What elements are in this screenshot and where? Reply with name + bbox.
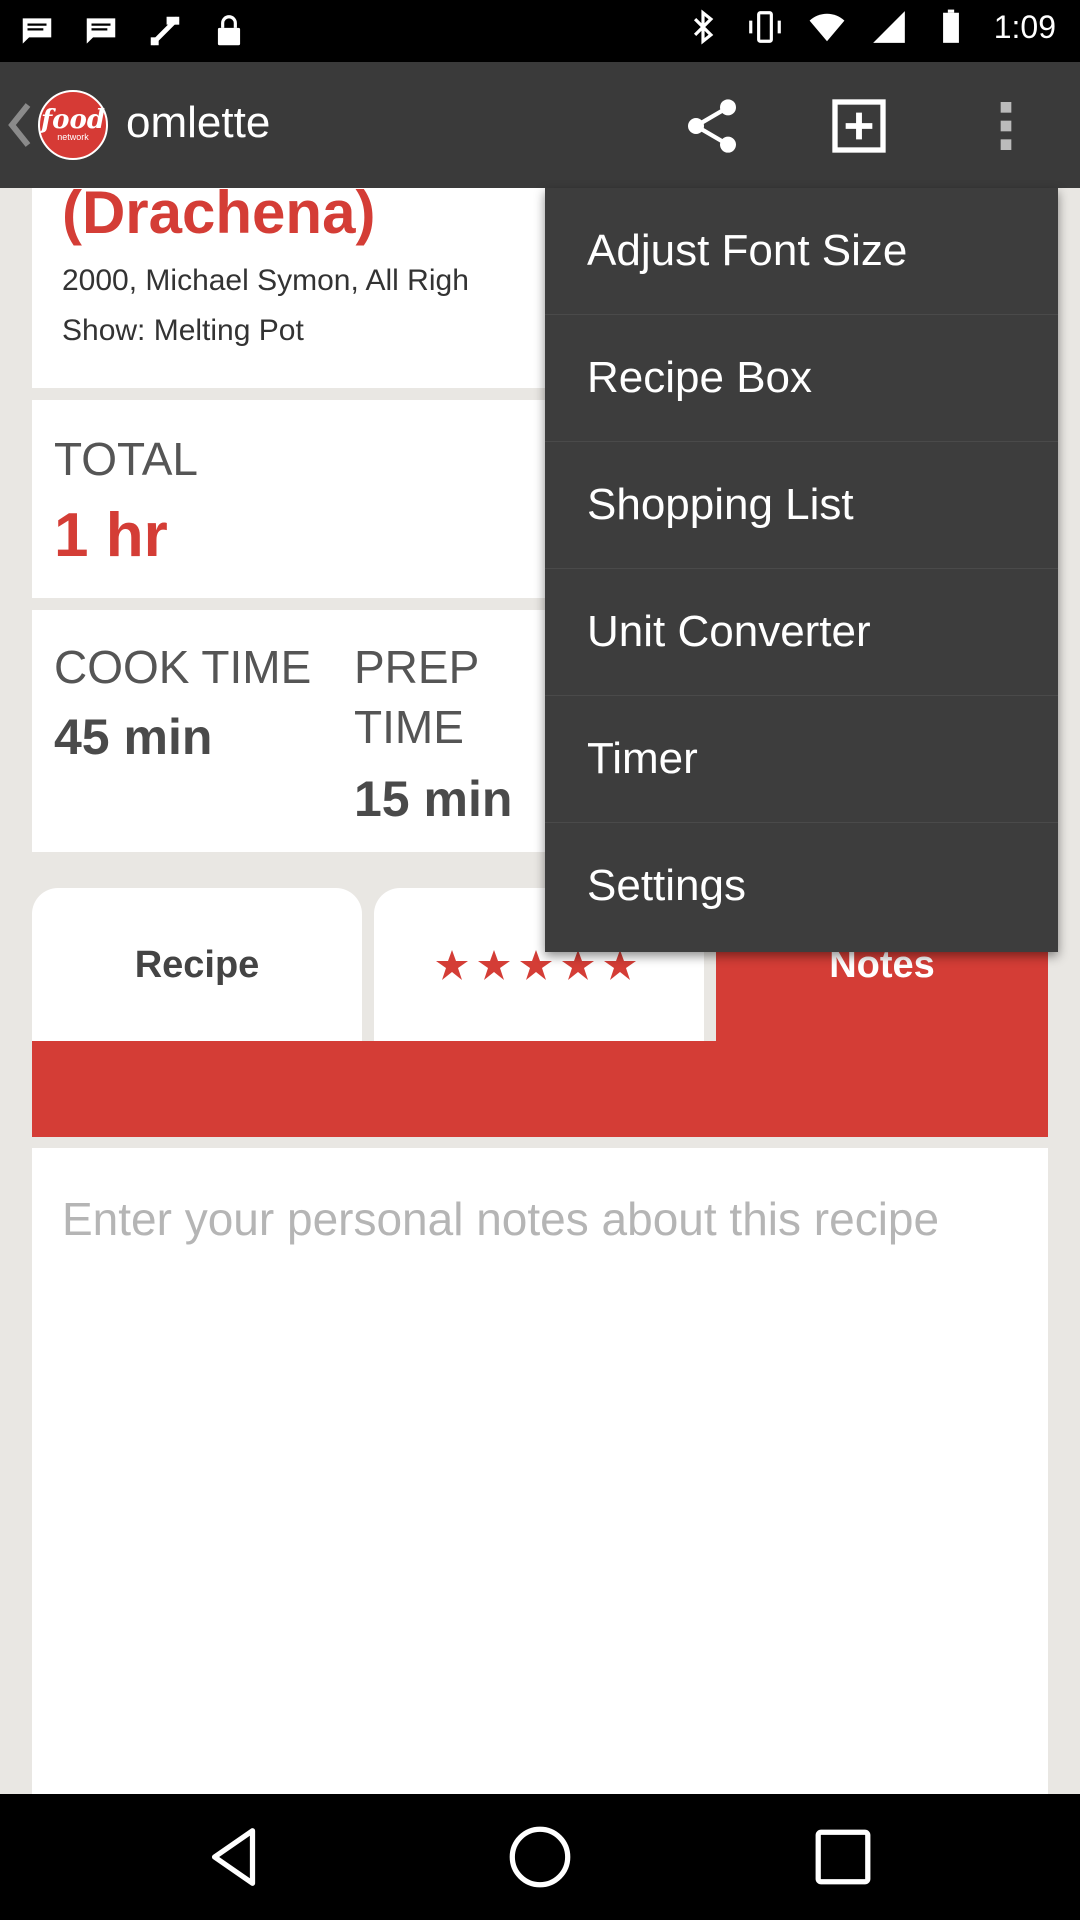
- overflow-menu-icon[interactable]: [974, 94, 1038, 158]
- tab-recipe[interactable]: Recipe: [32, 888, 362, 1041]
- menu-item-recipe-box[interactable]: Recipe Box: [545, 315, 1058, 442]
- lock-icon: [217, 15, 241, 46]
- rating-stars: [436, 950, 636, 980]
- star-icon: [562, 950, 594, 980]
- share-icon[interactable]: [680, 94, 744, 158]
- bluetooth-icon: [693, 9, 714, 45]
- food-network-logo[interactable]: food network: [38, 90, 108, 160]
- status-left-icons: [18, 12, 248, 50]
- menu-item-shopping-list[interactable]: Shopping List: [545, 442, 1058, 569]
- prep-time-value: 15 min: [354, 771, 513, 827]
- tab-underline-bar: [32, 1041, 1048, 1137]
- tab-recipe-label: Recipe: [134, 944, 260, 986]
- status-bar: 1:09: [0, 0, 1080, 62]
- menu-item-label: Settings: [587, 861, 746, 910]
- menu-item-label: Shopping List: [587, 480, 854, 529]
- star-icon: [604, 950, 636, 980]
- star-icon: [478, 950, 510, 980]
- prep-time-label-1: PREP: [354, 641, 480, 693]
- menu-item-timer[interactable]: Timer: [545, 696, 1058, 823]
- logo-word: food: [40, 105, 106, 135]
- home-icon[interactable]: [505, 1822, 575, 1892]
- overflow-menu: Adjust Font Size Recipe Box Shopping Lis…: [545, 188, 1058, 952]
- menu-item-label: Unit Converter: [587, 607, 871, 656]
- message-icon: [86, 18, 116, 44]
- back-chevron-icon[interactable]: [6, 100, 34, 150]
- app-title: omlette: [126, 98, 271, 147]
- back-icon[interactable]: [200, 1822, 270, 1892]
- add-box-icon[interactable]: [827, 94, 891, 158]
- wifi-icon: [809, 13, 845, 42]
- menu-item-unit-converter[interactable]: Unit Converter: [545, 569, 1058, 696]
- total-label: TOTAL: [54, 433, 198, 485]
- menu-item-label: Recipe Box: [587, 353, 813, 402]
- app-bar: food network omlette: [0, 62, 1080, 188]
- status-right-icons: 1:09: [684, 8, 1056, 46]
- navigation-bar: [0, 1794, 1080, 1920]
- recipe-title: (Drachena): [62, 179, 376, 246]
- recents-icon[interactable]: [808, 1822, 878, 1892]
- cook-time-label: COOK TIME: [54, 641, 312, 693]
- signal-icon: [872, 11, 905, 43]
- vibrate-icon: [748, 11, 781, 43]
- message-icon: [22, 18, 52, 44]
- menu-item-settings[interactable]: Settings: [545, 823, 1058, 950]
- total-value: 1 hr: [54, 501, 168, 570]
- menu-item-label: Adjust Font Size: [587, 226, 908, 275]
- menu-item-label: Timer: [587, 734, 698, 783]
- logo-sub: network: [57, 132, 89, 142]
- recipe-show: Show: Melting Pot: [62, 314, 304, 347]
- menu-item-adjust-font-size[interactable]: Adjust Font Size: [545, 188, 1058, 315]
- notes-textarea[interactable]: Enter your personal notes about this rec…: [32, 1148, 1048, 1794]
- prep-time-label-2: TIME: [354, 701, 464, 753]
- battery-icon: [942, 9, 959, 43]
- fake-gps-icon: [150, 16, 180, 46]
- star-icon: [520, 950, 552, 980]
- status-time: 1:09: [993, 8, 1056, 45]
- notes-placeholder: Enter your personal notes about this rec…: [62, 1193, 940, 1245]
- star-icon: [436, 950, 468, 980]
- recipe-credit: 2000, Michael Symon, All Righ: [62, 264, 469, 297]
- cook-time-value: 45 min: [54, 709, 213, 765]
